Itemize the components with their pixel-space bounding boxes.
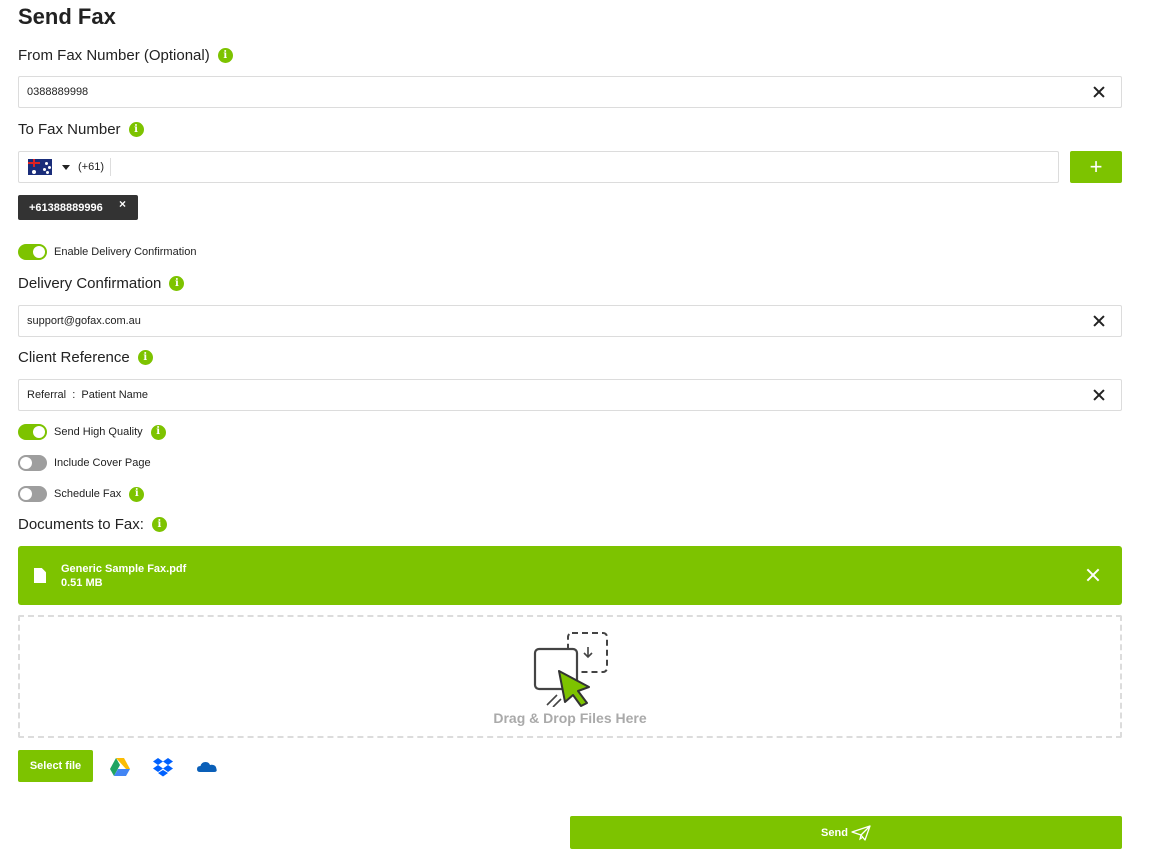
from-fax-input[interactable] — [27, 86, 1091, 98]
australia-flag-icon[interactable] — [28, 159, 52, 175]
to-fax-input[interactable] — [115, 161, 1058, 173]
clear-from-fax-icon[interactable] — [1091, 84, 1107, 100]
document-item: Generic Sample Fax.pdf 0.51 MB — [18, 546, 1122, 605]
drop-zone-text: Drag & Drop Files Here — [493, 710, 647, 726]
document-info: Generic Sample Fax.pdf 0.51 MB — [61, 562, 186, 590]
client-reference-label: Client Reference — [18, 349, 130, 366]
country-dropdown-chevron-icon[interactable] — [62, 164, 70, 170]
info-icon[interactable]: i — [217, 48, 233, 63]
schedule-fax-toggle-row: Schedule Fax i — [18, 486, 145, 502]
cover-page-toggle[interactable] — [18, 455, 47, 471]
client-reference-field[interactable] — [18, 379, 1122, 411]
high-quality-label: Send High Quality — [54, 426, 143, 438]
to-fax-field[interactable]: (+61) — [18, 151, 1059, 183]
high-quality-toggle[interactable] — [18, 424, 47, 440]
send-button[interactable]: Send — [570, 816, 1122, 849]
client-reference-label-row: Client Reference i — [18, 349, 153, 366]
schedule-fax-label: Schedule Fax — [54, 488, 122, 500]
document-size: 0.51 MB — [61, 576, 103, 589]
clear-client-reference-icon[interactable] — [1091, 387, 1107, 403]
delivery-confirmation-toggle-label: Enable Delivery Confirmation — [54, 246, 197, 258]
delivery-confirmation-toggle[interactable] — [18, 244, 47, 260]
onedrive-icon[interactable] — [196, 756, 218, 778]
delivery-confirmation-label: Delivery Confirmation — [18, 275, 162, 292]
delivery-confirmation-input[interactable] — [27, 315, 1091, 327]
send-button-label: Send — [821, 826, 848, 839]
info-icon[interactable]: i — [129, 486, 145, 502]
client-reference-input[interactable] — [27, 389, 1091, 401]
add-recipient-button[interactable]: + — [1070, 151, 1122, 183]
dial-code: (+61) — [78, 158, 111, 176]
paper-plane-icon — [851, 824, 871, 841]
file-drop-zone[interactable]: Drag & Drop Files Here — [18, 615, 1122, 738]
documents-label: Documents to Fax: — [18, 516, 144, 533]
recipient-chip-number: +61388889996 — [29, 201, 103, 214]
from-fax-field[interactable] — [18, 76, 1122, 108]
remove-recipient-icon[interactable]: × — [119, 197, 126, 211]
high-quality-toggle-row: Send High Quality i — [18, 424, 166, 440]
info-icon[interactable]: i — [150, 424, 166, 440]
remove-document-icon[interactable] — [1086, 568, 1100, 582]
delivery-confirmation-toggle-row: Enable Delivery Confirmation — [18, 244, 196, 260]
to-fax-label: To Fax Number — [18, 121, 121, 138]
google-drive-icon[interactable] — [109, 756, 131, 778]
schedule-fax-toggle[interactable] — [18, 486, 47, 502]
cover-page-toggle-row: Include Cover Page — [18, 455, 151, 471]
file-icon — [34, 568, 46, 583]
select-file-button[interactable]: Select file — [18, 750, 93, 782]
info-icon[interactable]: i — [128, 122, 144, 137]
page-title: Send Fax — [18, 4, 116, 29]
info-icon[interactable]: i — [151, 517, 167, 532]
info-icon[interactable]: i — [137, 350, 153, 365]
from-fax-label-row: From Fax Number (Optional) i — [18, 47, 233, 64]
cover-page-label: Include Cover Page — [54, 457, 151, 469]
drag-drop-icon — [533, 632, 608, 707]
clear-delivery-confirmation-icon[interactable] — [1091, 313, 1107, 329]
to-fax-label-row: To Fax Number i — [18, 121, 144, 138]
delivery-confirmation-field[interactable] — [18, 305, 1122, 337]
delivery-confirmation-label-row: Delivery Confirmation i — [18, 275, 185, 292]
from-fax-label: From Fax Number (Optional) — [18, 47, 210, 64]
dropbox-icon[interactable] — [152, 756, 174, 778]
recipient-chip: +61388889996 × — [18, 195, 138, 220]
document-name: Generic Sample Fax.pdf — [61, 562, 187, 575]
info-icon[interactable]: i — [169, 276, 185, 291]
documents-label-row: Documents to Fax: i — [18, 516, 167, 533]
